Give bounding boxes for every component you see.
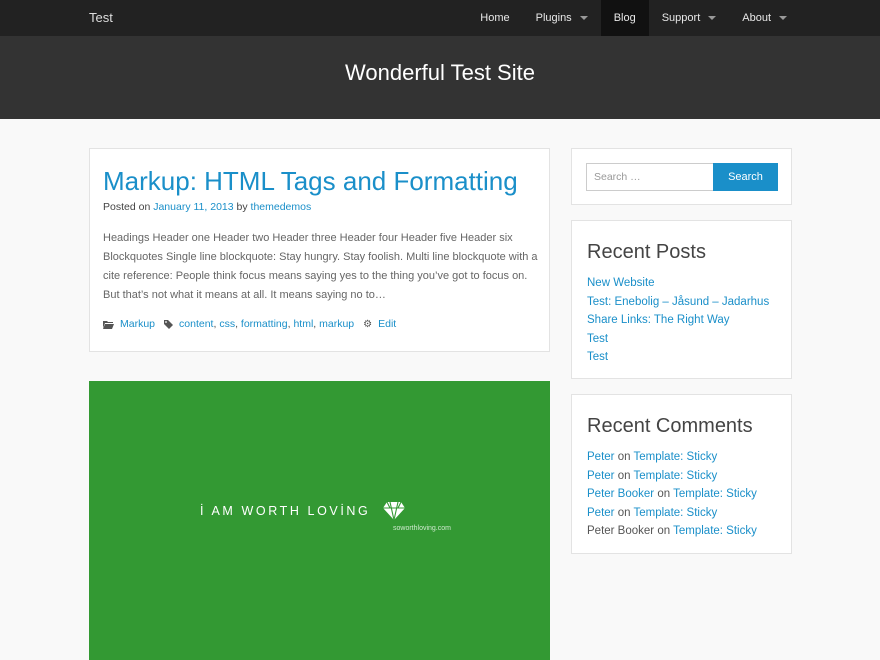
menu-item-label: Home: [480, 12, 510, 24]
list-item: Test: [587, 348, 769, 367]
on-label: on: [617, 469, 631, 482]
comment-author: Peter Booker: [587, 525, 655, 538]
by-label: by: [236, 201, 248, 213]
recent-posts-widget: Recent Posts New Website Test: Enebolig …: [571, 220, 792, 379]
image-slogan: İ AM WORTH LOVİNG: [200, 501, 406, 521]
comment-post-link[interactable]: Template: Sticky: [673, 488, 757, 500]
comment-author-link[interactable]: Peter Booker: [587, 488, 654, 500]
category-link-markup[interactable]: Markup: [120, 318, 155, 330]
site-header-banner: Wonderful Test Site: [0, 36, 880, 119]
search-widget: Search: [571, 148, 792, 205]
post-title-link[interactable]: Markup: HTML Tags and Formatting: [103, 166, 518, 197]
diamond-icon: [383, 501, 406, 521]
search-input[interactable]: [586, 163, 714, 191]
caret-down-icon: [779, 16, 787, 20]
slogan-text: İ AM WORTH LOVİNG: [200, 504, 371, 518]
post-date-link[interactable]: January 11, 2013: [153, 201, 233, 213]
widget-title: Recent Posts: [587, 241, 706, 263]
menu-item-support[interactable]: Support: [649, 0, 730, 36]
caret-down-icon: [708, 16, 717, 20]
folder-open-icon: [103, 320, 114, 329]
tag-link-css[interactable]: css: [219, 318, 235, 330]
post-excerpt: Headings Header one Header two Header th…: [103, 232, 538, 301]
main-menu: Home Plugins Blog Support About: [467, 0, 800, 36]
widget-title: Recent Comments: [587, 415, 753, 437]
comment-post-link[interactable]: Template: Sticky: [634, 470, 718, 482]
comment-post-link[interactable]: Template: Sticky: [634, 507, 718, 519]
recent-post-link[interactable]: Test: Enebolig – Jåsund – Jadarhus: [587, 296, 769, 308]
menu-item-label: Blog: [613, 12, 636, 24]
on-label: on: [657, 488, 671, 501]
image-url-text: soworthloving.com: [393, 525, 451, 532]
list-item: New Website: [587, 274, 769, 293]
recent-post-link[interactable]: Share Links: The Right Way: [587, 314, 730, 326]
post-card: Markup: HTML Tags and Formatting Posted …: [89, 148, 550, 352]
menu-item-blog[interactable]: Blog: [600, 0, 649, 36]
recent-comments-widget: Recent Comments Peter on Template: Stick…: [571, 394, 792, 554]
menu-item-label: About: [742, 12, 771, 24]
comment-post-link[interactable]: Template: Sticky: [673, 525, 757, 537]
comment-post-link[interactable]: Template: Sticky: [634, 451, 718, 463]
posted-on-label: Posted on: [103, 201, 151, 213]
post-author-link[interactable]: themedemos: [251, 201, 312, 213]
post-footer: Markup content, css, formatting, html, m…: [103, 318, 396, 330]
on-label: on: [617, 506, 631, 519]
site-brand-link[interactable]: Test: [89, 10, 113, 25]
on-label: on: [617, 451, 631, 463]
comment-author-link[interactable]: Peter: [587, 451, 615, 463]
menu-item-about[interactable]: About: [729, 0, 800, 36]
search-button[interactable]: Search: [713, 163, 778, 191]
comment-author-link[interactable]: Peter: [587, 507, 615, 519]
menu-item-plugins[interactable]: Plugins: [523, 0, 601, 36]
tag-link-html[interactable]: html: [293, 318, 313, 330]
recent-post-link[interactable]: New Website: [587, 277, 655, 289]
caret-down-icon: [579, 16, 588, 20]
recent-posts-list: New Website Test: Enebolig – Jåsund – Ja…: [587, 274, 769, 367]
site-title: Wonderful Test Site: [345, 60, 535, 85]
list-item: Peter on Template: Sticky: [587, 448, 757, 467]
top-navbar: Test Home Plugins Blog Support About: [0, 0, 880, 36]
featured-image-post[interactable]: İ AM WORTH LOVİNG soworthloving.com: [89, 381, 550, 660]
menu-item-home[interactable]: Home: [467, 0, 522, 36]
recent-post-link[interactable]: Test: [587, 351, 608, 363]
post-meta: Posted on January 11, 2013 by themedemos: [103, 201, 311, 213]
recent-comments-list: Peter on Template: Sticky Peter on Templ…: [587, 448, 757, 541]
edit-post-link[interactable]: Edit: [378, 318, 396, 330]
list-item: Peter Booker on Template: Sticky: [587, 485, 757, 504]
recent-post-link[interactable]: Test: [587, 333, 608, 345]
on-label: on: [657, 525, 671, 538]
gear-icon: ⚙: [363, 318, 373, 330]
tag-link-content[interactable]: content: [179, 318, 213, 330]
tag-link-formatting[interactable]: formatting: [241, 318, 288, 330]
list-item: Share Links: The Right Way: [587, 311, 769, 330]
list-item: Peter on Template: Sticky: [587, 467, 757, 486]
tag-icon: [164, 319, 174, 329]
tag-list: content, css, formatting, html, markup: [179, 318, 355, 330]
tag-link-markup[interactable]: markup: [319, 318, 354, 330]
list-item: Test: [587, 330, 769, 349]
list-item: Test: Enebolig – Jåsund – Jadarhus: [587, 293, 769, 312]
list-item: Peter Booker on Template: Sticky: [587, 522, 757, 541]
comment-author-link[interactable]: Peter: [587, 470, 615, 482]
list-item: Peter on Template: Sticky: [587, 504, 757, 523]
menu-item-label: Plugins: [535, 12, 572, 24]
menu-item-label: Support: [661, 12, 701, 24]
